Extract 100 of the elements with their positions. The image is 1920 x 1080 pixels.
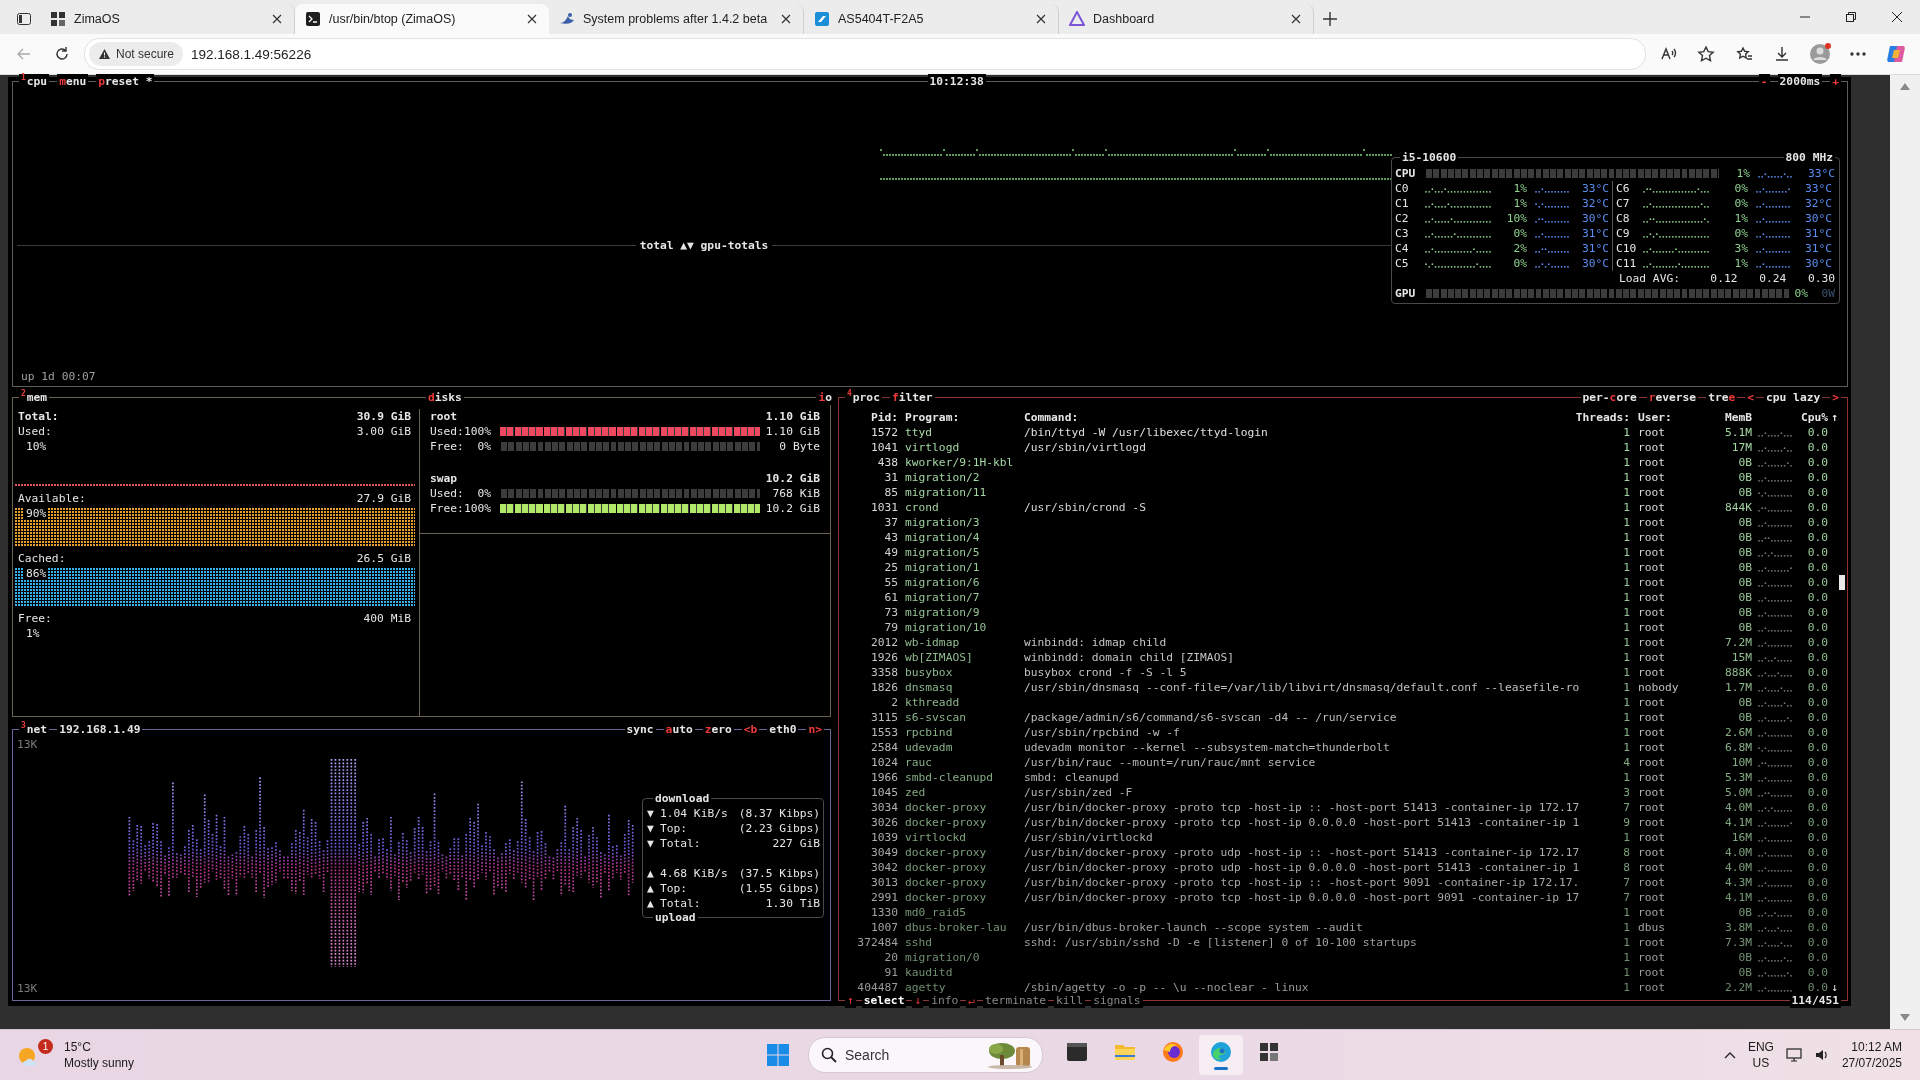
panel-title[interactable]: isks: [434, 391, 462, 404]
hotkey-letter[interactable]: e: [1728, 391, 1736, 404]
menu-button[interactable]: reset *: [105, 75, 153, 88]
command-cell-text: /usr/sbin/dnsmasq --conf-file=/var/lib/libvirt/dnsmasq/default.conf --leasefile-ro: [1024, 680, 1581, 695]
menu-button[interactable]: enu: [65, 75, 87, 88]
reload-icon[interactable]: [53, 45, 71, 63]
column-header[interactable]: Pid:: [842, 410, 898, 425]
arrow-icon: ▲: [647, 896, 660, 911]
column-header[interactable]: Program:: [905, 410, 1024, 425]
core-sparkline: [1643, 203, 1711, 208]
hotkey-letter[interactable]: r: [1648, 391, 1656, 404]
pid-cell-text: 20: [883, 950, 898, 965]
core-label: C0: [1395, 181, 1410, 196]
column-header[interactable]: User:: [1638, 410, 1708, 425]
address-bar[interactable]: Not secure 192.168.1.49:56226: [84, 38, 1646, 70]
restore-icon[interactable]: [1845, 11, 1857, 23]
close-icon[interactable]: [272, 14, 282, 24]
favorites-icon[interactable]: [1735, 45, 1753, 63]
pid-cell-text: 3115: [869, 710, 898, 725]
tab-actions-icon[interactable]: [16, 11, 32, 27]
user-cell-text: root: [1638, 455, 1667, 470]
download-icon[interactable]: [1773, 45, 1791, 63]
cpu-cell-text: 0.0: [1806, 545, 1828, 560]
pid-cell-text: 1024: [869, 755, 898, 770]
close-icon[interactable]: [527, 14, 537, 24]
user-cell-text: root: [1638, 575, 1667, 590]
core-sparkline: [1425, 248, 1493, 253]
column-header[interactable]: Threads:: [1575, 410, 1630, 425]
hotkey-letter[interactable]: m: [59, 75, 66, 88]
graph-option[interactable]: sync: [626, 723, 654, 736]
scroll-up-icon[interactable]: [1900, 83, 1910, 90]
close-icon[interactable]: [1291, 14, 1301, 24]
command-hint[interactable]: signals: [1091, 993, 1143, 1009]
option-toggle[interactable]: ore: [1616, 391, 1637, 404]
graph-option[interactable]: uto: [672, 723, 693, 736]
pid-cell-text: 43: [883, 530, 898, 545]
close-icon[interactable]: [781, 14, 791, 24]
command-hint[interactable]: info: [929, 993, 961, 1009]
option-toggle[interactable]: everse: [1655, 391, 1697, 404]
hotkey-letter[interactable]: a: [665, 723, 673, 736]
disk-value: 1.10 GiB: [764, 424, 820, 439]
hotkey-letter[interactable]: f: [891, 391, 899, 404]
chevron-up-icon[interactable]: [1723, 1051, 1736, 1060]
graph-option[interactable]: ero: [711, 723, 732, 736]
core-label: C11: [1616, 256, 1638, 271]
security-indicator[interactable]: Not secure: [89, 42, 184, 66]
temperature-sparkline: [1758, 173, 1793, 178]
scroll-down-icon[interactable]: [1900, 1014, 1910, 1022]
pid-cell-text: 1330: [869, 905, 898, 920]
pid-cell-text: 91: [883, 965, 898, 980]
edge-wave-icon[interactable]: [1209, 1040, 1233, 1065]
program-cell-text: migration/10: [905, 620, 988, 635]
user-cell-text: root: [1638, 965, 1667, 980]
user-cell-text: root: [1638, 875, 1667, 890]
cpu-sparkline: [1758, 537, 1792, 542]
four-squares-icon[interactable]: [766, 1043, 790, 1068]
option-toggle[interactable]: per-: [1582, 391, 1610, 404]
hotkey-letter[interactable]: z: [704, 723, 712, 736]
favorite-star-icon[interactable]: [1697, 45, 1715, 63]
language-indicator[interactable]: ENG US: [1747, 1039, 1774, 1072]
program-cell-text: virtlogd: [905, 440, 961, 455]
profile-avatar[interactable]: [1808, 42, 1832, 66]
cpu-sparkline: [1758, 882, 1792, 887]
column-header[interactable]: MemB: [1708, 410, 1752, 425]
arrow-icon: ▼: [647, 806, 660, 821]
clock[interactable]: 10:12 AM 27/07/2025: [1841, 1039, 1902, 1072]
filter-button[interactable]: ilter: [898, 391, 933, 404]
browser-tab[interactable]: /usr/bin/btop (ZimaOS): [295, 4, 549, 34]
copilot-icon[interactable]: [1885, 43, 1907, 65]
threads-cell-text: 1: [1622, 575, 1630, 590]
hotkey-letter[interactable]: p: [98, 75, 106, 88]
command-hint[interactable]: kill: [1054, 993, 1086, 1009]
command-hint[interactable]: select: [861, 993, 907, 1009]
panel-title[interactable]: $^{4}$proc: [845, 390, 882, 405]
hotkey-letter[interactable]: i: [818, 391, 826, 404]
user-cell-text: root: [1638, 545, 1667, 560]
core-percent: 0%: [1733, 226, 1748, 241]
core-label: C10: [1616, 241, 1638, 256]
process-count: 114/451: [1789, 993, 1841, 1009]
column-header[interactable]: Cpu%: [1792, 410, 1828, 425]
hotkey-letter[interactable]: d: [428, 391, 435, 404]
option-toggle[interactable]: tre: [1708, 391, 1729, 404]
hotkey-letter[interactable]: c: [1609, 391, 1617, 404]
plus-icon[interactable]: [1323, 12, 1337, 26]
memory-cell-text: 0B: [1737, 545, 1752, 560]
pid-cell-text: 25: [883, 560, 898, 575]
threads-cell-text: 1: [1622, 680, 1630, 695]
column-header[interactable]: Command:: [1024, 410, 1575, 425]
search-field[interactable]: Search: [808, 1037, 1043, 1074]
close-icon[interactable]: [1891, 11, 1903, 23]
close-icon[interactable]: [1036, 14, 1046, 24]
fox-globe-icon[interactable]: [1161, 1040, 1185, 1065]
memory-value: 3.00 GiB: [356, 424, 411, 439]
program-cell-text: kauditd: [905, 965, 954, 980]
monitor-icon[interactable]: [1785, 1047, 1802, 1064]
scrollbar-thumb[interactable]: [1839, 575, 1845, 590]
cpu-label: CPU: [1395, 166, 1417, 181]
io-button[interactable]: o: [825, 391, 832, 404]
command-hint[interactable]: terminate: [983, 993, 1049, 1009]
panel-title[interactable]: $^{1}$cpu: [19, 74, 50, 89]
